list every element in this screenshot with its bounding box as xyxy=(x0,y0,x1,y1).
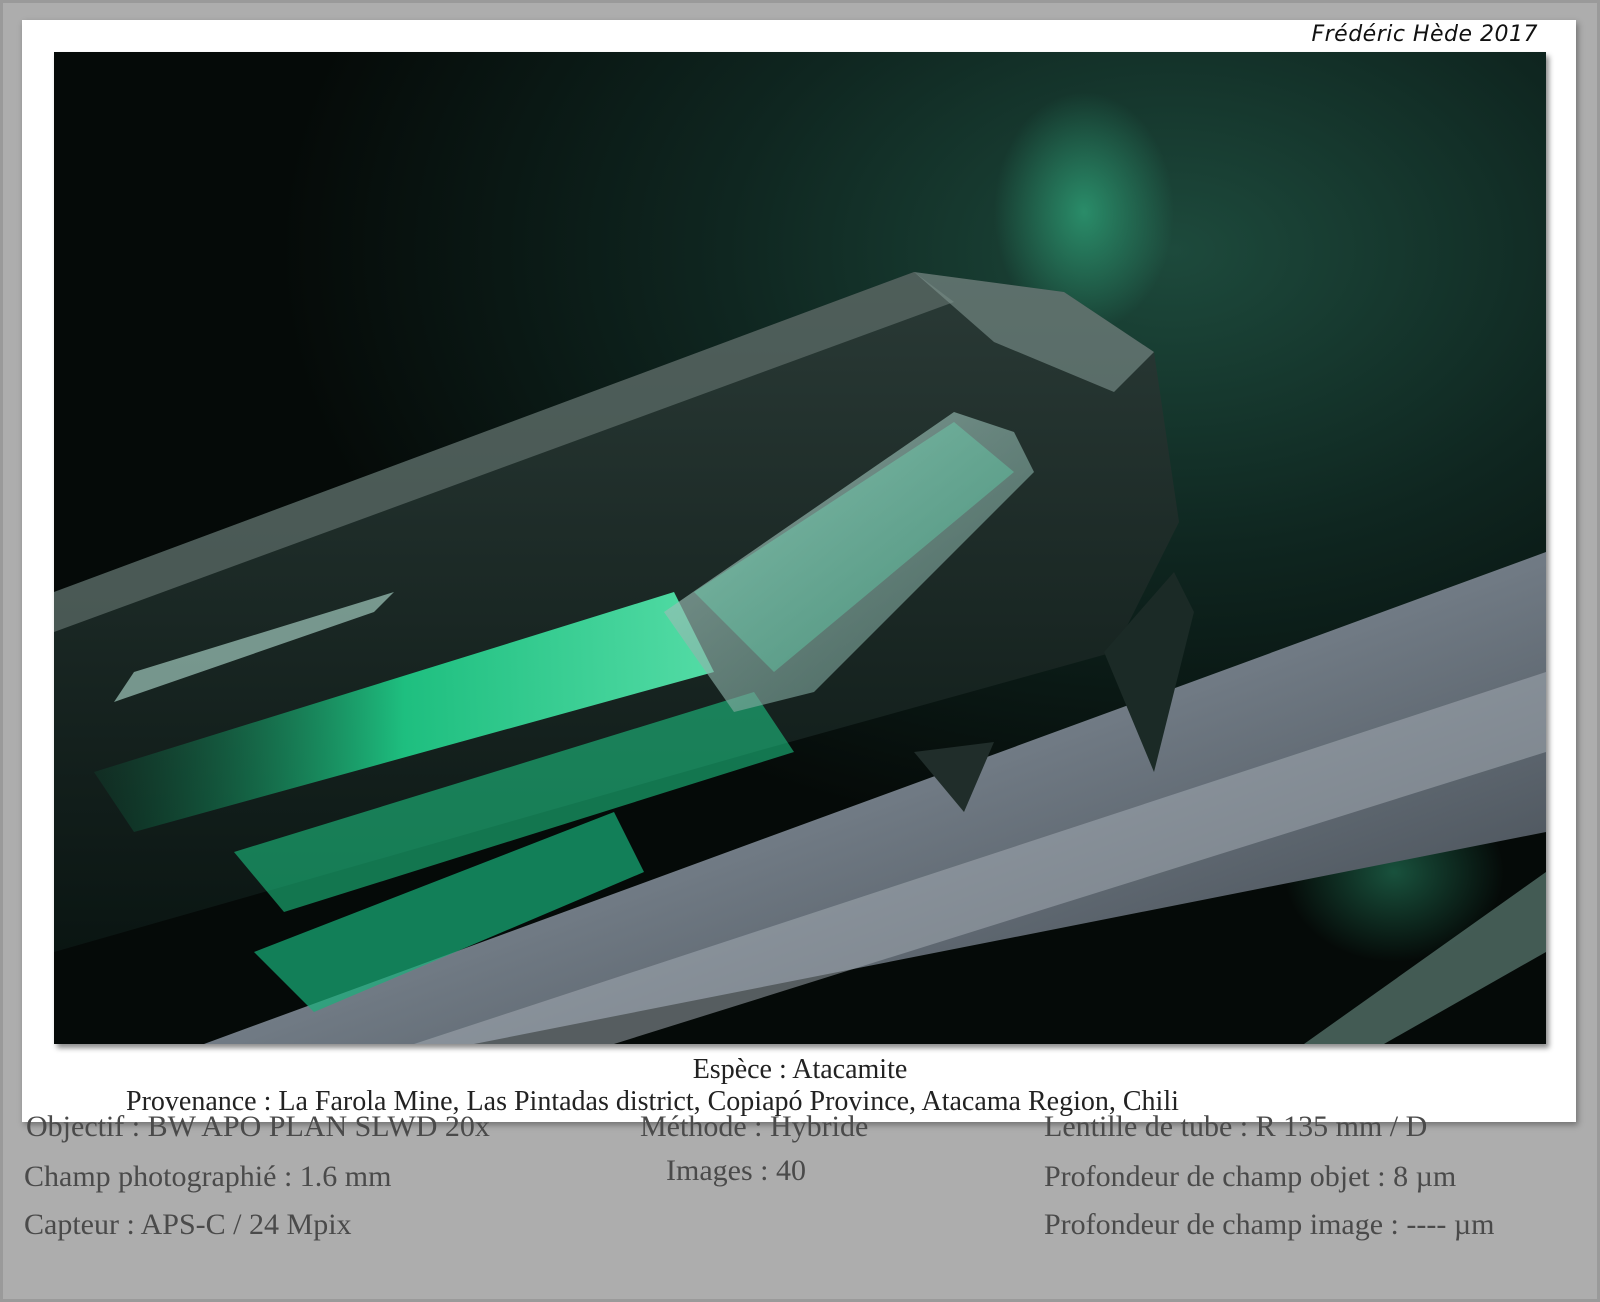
sensor-spec: Capteur : APS-C / 24 Mpix xyxy=(24,1208,352,1241)
object-dof-spec: Profondeur de champ objet : 8 µm xyxy=(1044,1160,1457,1193)
mineral-photograph xyxy=(54,52,1546,1044)
photographer-signature: Frédéric Hède 2017 xyxy=(1311,22,1538,47)
images-spec: Images : 40 xyxy=(666,1154,806,1187)
objective-spec: Objectif : BW APO PLAN SLWD 20x xyxy=(26,1110,490,1143)
species-caption: Espèce : Atacamite xyxy=(692,1054,908,1085)
field-spec: Champ photographié : 1.6 mm xyxy=(24,1160,392,1193)
tube-lens-spec: Lentille de tube : R 135 mm / D xyxy=(1044,1110,1428,1143)
image-dof-spec: Profondeur de champ image : ---- µm xyxy=(1044,1208,1495,1241)
atacamite-crystal-image xyxy=(54,52,1546,1044)
method-spec: Méthode : Hybride xyxy=(640,1110,869,1143)
